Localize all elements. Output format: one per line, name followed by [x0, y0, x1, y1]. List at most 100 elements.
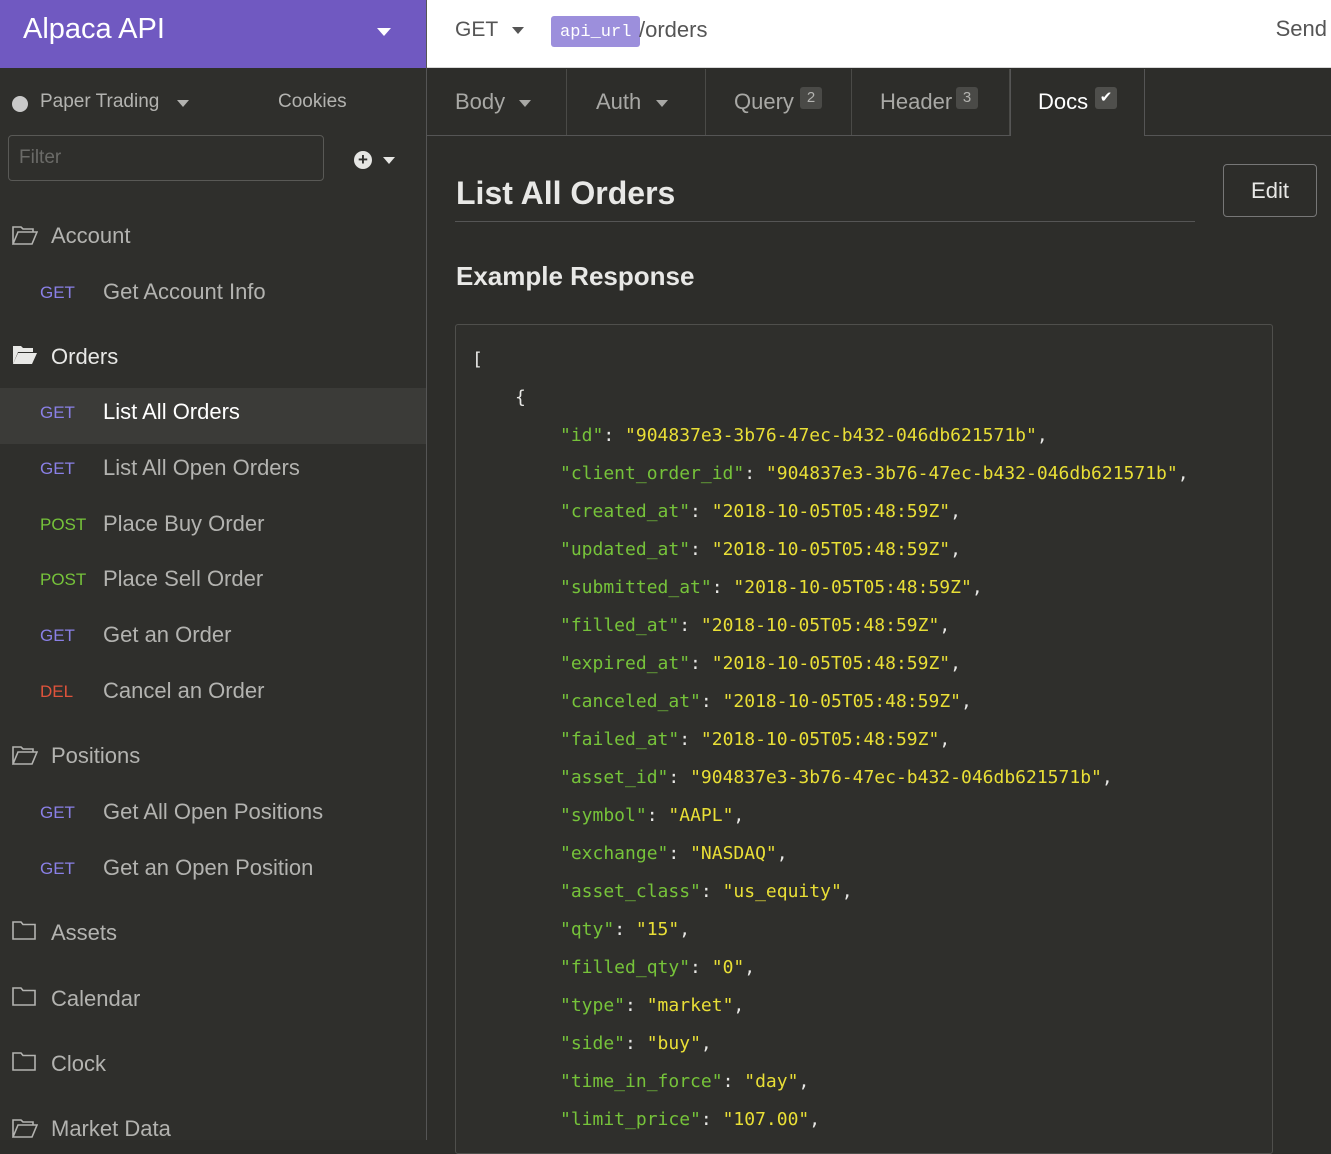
json-key: "asset_id" — [560, 767, 669, 788]
sidebar: Alpaca API Paper Trading Cookies + Accou… — [0, 0, 427, 1140]
tab-label: Body — [455, 89, 506, 114]
folder-orders[interactable]: Orders — [0, 341, 426, 375]
header-count-badge: 3 — [956, 87, 978, 109]
add-item-button[interactable]: + — [354, 150, 400, 172]
folder-clock[interactable]: Clock — [0, 1048, 426, 1082]
json-value: "market" — [646, 995, 734, 1016]
code-field-time-in-force: "time_in_force": "day", — [560, 1071, 810, 1092]
tab-body[interactable]: Body — [427, 69, 567, 135]
plus-circle-icon: + — [354, 151, 372, 169]
code-field-updated-at: "updated_at": "2018-10-05T05:48:59Z", — [560, 539, 961, 560]
request-get-all-open-positions[interactable]: GET Get All Open Positions — [0, 788, 426, 844]
folder-assets[interactable]: Assets — [0, 917, 426, 951]
json-key: "limit_price" — [560, 1109, 701, 1130]
code-field-limit-price: "limit_price": "107.00", — [560, 1109, 821, 1130]
request-label: List All Open Orders — [103, 455, 300, 480]
json-value: "2018-10-05T05:48:59Z" — [711, 653, 951, 674]
code-field-submitted-at: "submitted_at": "2018-10-05T05:48:59Z", — [560, 577, 983, 598]
request-list-all-open-orders[interactable]: GET List All Open Orders — [0, 444, 426, 500]
environment-selector[interactable]: Paper Trading — [40, 91, 159, 113]
code-field-asset-id: "asset_id": "904837e3-3b76-47ec-b432-046… — [560, 767, 1113, 788]
chevron-down-icon — [656, 100, 668, 107]
json-key: "client_order_id" — [560, 463, 745, 484]
json-key: "qty" — [560, 919, 615, 940]
code-field-client-order-id: "client_order_id": "904837e3-3b76-47ec-b… — [560, 463, 1189, 484]
json-key: "exchange" — [560, 843, 669, 864]
request-get-an-order[interactable]: GET Get an Order — [0, 611, 426, 667]
send-button[interactable]: Send — [1276, 16, 1327, 42]
request-get-an-open-position[interactable]: GET Get an Open Position — [0, 844, 426, 900]
folder-label: Market Data — [51, 1116, 171, 1140]
folder-open-icon — [12, 1119, 38, 1138]
method-badge: GET — [40, 459, 75, 478]
request-tabs: Body Auth Query 2 Header 3 Docs ✔ — [427, 69, 1331, 136]
tab-header[interactable]: Header 3 — [852, 69, 1010, 135]
json-value: "us_equity" — [722, 881, 842, 902]
request-label: Get an Order — [103, 622, 232, 647]
environment-caret-icon[interactable] — [177, 100, 189, 107]
tab-label: Docs — [1038, 89, 1089, 114]
code-field-expired-at: "expired_at": "2018-10-05T05:48:59Z", — [560, 653, 961, 674]
json-value: "904837e3-3b76-47ec-b432-046db621571b" — [765, 463, 1178, 484]
url-variable-chip[interactable]: api_url — [551, 16, 641, 47]
example-response-heading: Example Response — [456, 261, 695, 291]
json-key: "expired_at" — [560, 653, 691, 674]
environment-dot-icon — [12, 96, 28, 112]
title-divider — [455, 221, 1195, 222]
folder-market-data[interactable]: Market Data — [0, 1113, 426, 1140]
folder-calendar[interactable]: Calendar — [0, 983, 426, 1017]
method-badge: GET — [40, 859, 75, 878]
method-badge: GET — [40, 403, 75, 422]
folder-open-icon — [13, 346, 37, 364]
code-field-side: "side": "buy", — [560, 1033, 712, 1054]
filter-input[interactable] — [8, 135, 324, 181]
json-value: "AAPL" — [668, 805, 734, 826]
tab-label: Header — [880, 89, 953, 114]
code-open-bracket: [ — [472, 349, 483, 370]
method-selector[interactable]: GET — [455, 18, 498, 42]
code-field-created-at: "created_at": "2018-10-05T05:48:59Z", — [560, 501, 961, 522]
tab-label: Auth — [596, 89, 642, 114]
request-label: List All Orders — [103, 399, 240, 424]
folder-label: Clock — [51, 1051, 107, 1076]
json-key: "asset_class" — [560, 881, 701, 902]
environment-row: Paper Trading Cookies — [0, 68, 426, 138]
request-label: Cancel an Order — [103, 678, 265, 703]
url-input[interactable]: /orders — [639, 17, 707, 43]
request-place-buy-order[interactable]: POST Place Buy Order — [0, 500, 426, 556]
json-value: "904837e3-3b76-47ec-b432-046db621571b" — [625, 425, 1037, 446]
code-open-brace: { — [515, 387, 526, 408]
folder-icon — [12, 1052, 36, 1071]
code-field-failed-at: "failed_at": "2018-10-05T05:48:59Z", — [560, 729, 951, 750]
code-field-type: "type": "market", — [560, 995, 745, 1016]
method-badge: GET — [40, 626, 75, 645]
json-value: "2018-10-05T05:48:59Z" — [733, 577, 972, 598]
code-field-exchange: "exchange": "NASDAQ", — [560, 843, 788, 864]
tab-docs[interactable]: Docs ✔ — [1010, 69, 1145, 136]
edit-button[interactable]: Edit — [1223, 164, 1317, 217]
tab-query[interactable]: Query 2 — [706, 69, 852, 135]
request-place-sell-order[interactable]: POST Place Sell Order — [0, 555, 426, 611]
json-key: "created_at" — [560, 501, 691, 522]
request-get-account-info[interactable]: GET Get Account Info — [0, 268, 426, 324]
workspace-menu-caret-icon[interactable] — [377, 28, 391, 36]
json-key: "type" — [560, 995, 626, 1016]
json-key: "canceled_at" — [560, 691, 701, 712]
folder-icon — [12, 921, 36, 940]
json-key: "filled_at" — [560, 615, 680, 636]
folder-label: Assets — [51, 920, 118, 945]
chevron-down-icon[interactable] — [512, 27, 524, 34]
request-cancel-an-order[interactable]: DEL Cancel an Order — [0, 667, 426, 723]
json-value: "2018-10-05T05:48:59Z" — [711, 539, 951, 560]
folder-positions[interactable]: Positions — [0, 740, 426, 774]
json-value: "2018-10-05T05:48:59Z" — [711, 501, 951, 522]
url-bar: GET api_url /orders Send — [427, 0, 1331, 68]
tab-auth[interactable]: Auth — [567, 69, 706, 135]
folder-open-icon — [12, 226, 38, 245]
cookies-button[interactable]: Cookies — [278, 91, 347, 113]
code-field-id: "id": "904837e3-3b76-47ec-b432-046db6215… — [560, 425, 1048, 446]
workspace-header[interactable]: Alpaca API — [0, 0, 426, 68]
folder-icon — [12, 987, 36, 1006]
folder-account[interactable]: Account — [0, 220, 426, 254]
request-list-all-orders[interactable]: GET List All Orders — [0, 388, 426, 444]
